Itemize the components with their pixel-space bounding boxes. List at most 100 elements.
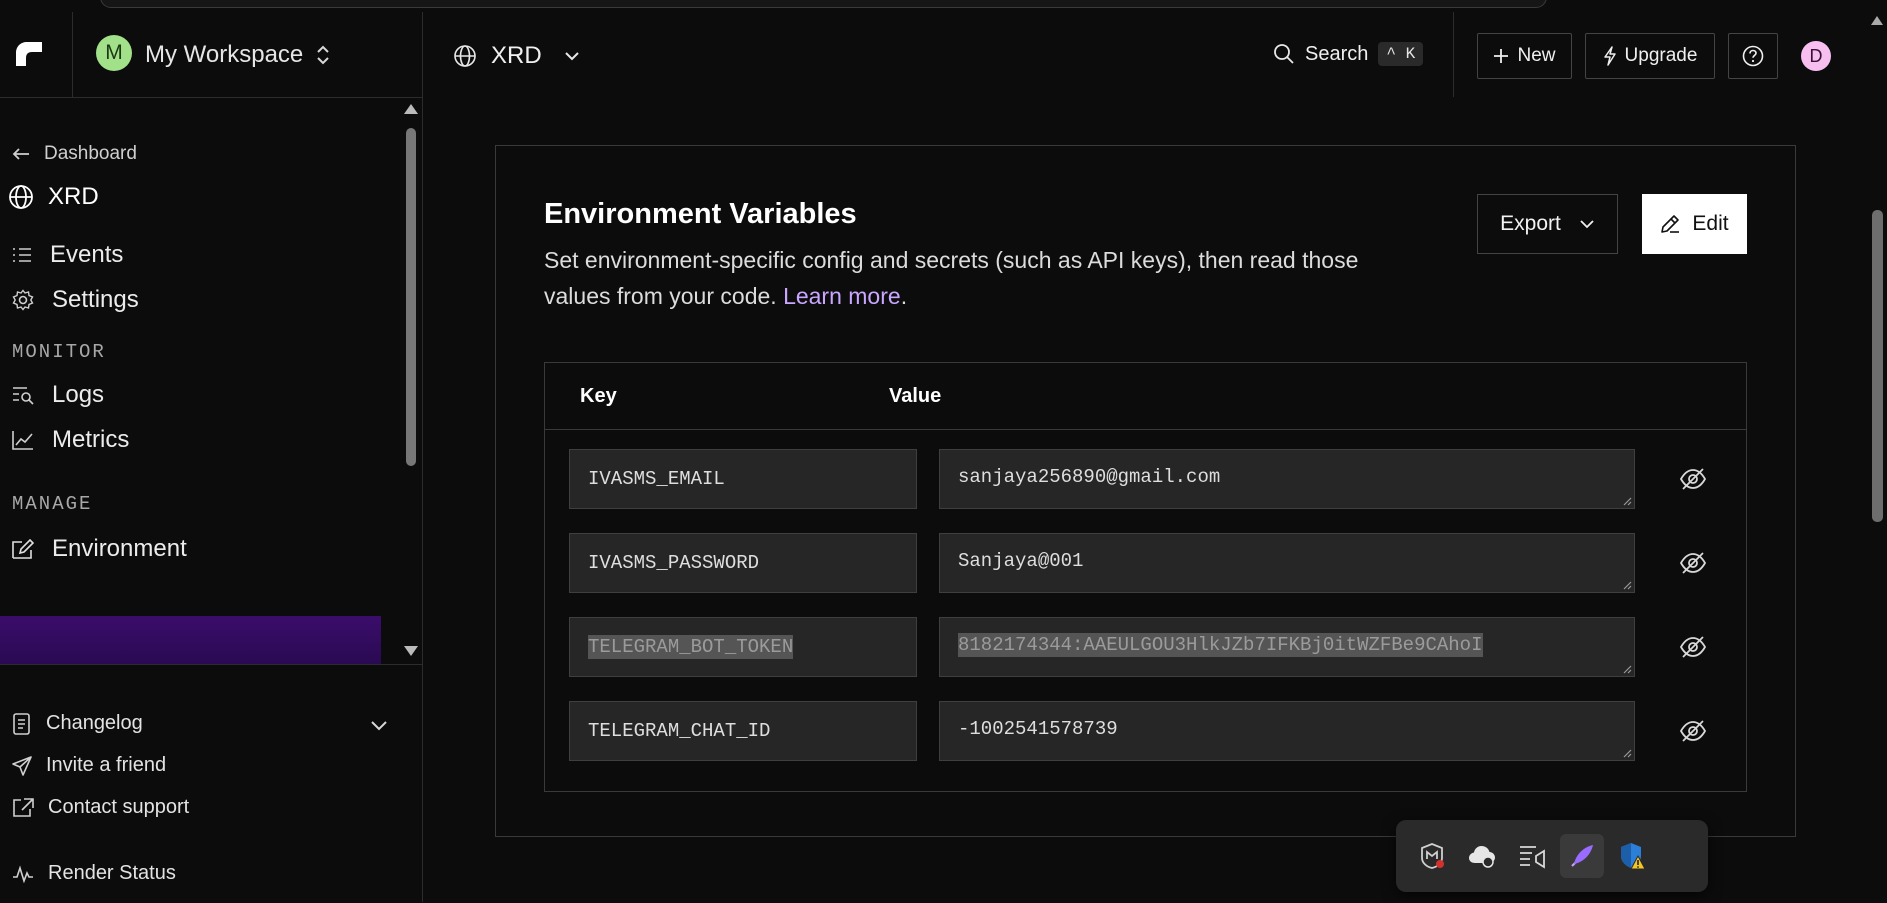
contact-support-link[interactable]: Contact support — [12, 796, 189, 819]
main-content: Environment Variables Set environment-sp… — [423, 97, 1868, 902]
value-text: sanjaya256890@gmail.com — [958, 466, 1221, 488]
key-text: IVASMS_PASSWORD — [588, 552, 760, 574]
eye-off-icon[interactable] — [1679, 717, 1707, 745]
sidebar: M My Workspace Dashboard XRD Events Sett… — [0, 12, 423, 902]
new-button[interactable]: New — [1477, 33, 1572, 79]
value-field[interactable]: 8182174344:AAEULGOU3HlkJZb7IFKBj0itWZFBe… — [939, 617, 1635, 677]
eye-off-icon[interactable] — [1679, 465, 1707, 493]
user-avatar[interactable]: D — [1801, 41, 1831, 71]
system-tray-popup — [1396, 820, 1708, 892]
chart-line-icon — [12, 431, 33, 450]
sidebar-item-metrics[interactable]: Metrics — [12, 426, 129, 454]
task-view-icon[interactable] — [1510, 834, 1554, 878]
workspace-avatar[interactable]: M — [96, 35, 132, 71]
project-selector[interactable]: XRD — [453, 42, 580, 70]
eye-off-icon[interactable] — [1679, 549, 1707, 577]
key-field[interactable]: IVASMS_EMAIL — [569, 449, 917, 509]
resize-handle-icon[interactable] — [1623, 665, 1632, 674]
upgrade-label: Upgrade — [1624, 45, 1698, 66]
sidebar-item-environment-bg — [0, 616, 381, 664]
help-button[interactable] — [1728, 33, 1778, 79]
cloud-sync-icon[interactable] — [1460, 834, 1504, 878]
environment-icon — [12, 539, 34, 559]
export-button[interactable]: Export — [1477, 194, 1618, 254]
env-vars-card: Environment Variables Set environment-sp… — [495, 145, 1796, 837]
project-name: XRD — [491, 42, 542, 69]
search-icon — [1274, 44, 1294, 64]
scrollbar-thumb[interactable] — [406, 128, 416, 466]
resize-handle-icon[interactable] — [1623, 581, 1632, 590]
key-field[interactable]: TELEGRAM_BOT_TOKEN — [569, 617, 917, 677]
upgrade-button[interactable]: Upgrade — [1585, 33, 1715, 79]
table-row: TELEGRAM_BOT_TOKEN 8182174344:AAEULGOU3H… — [569, 617, 1729, 677]
resize-handle-icon[interactable] — [1623, 749, 1632, 758]
top-header: XRD Search ^ K New Upgrade D — [423, 12, 1887, 98]
external-chat-icon — [13, 797, 34, 817]
changelog-link[interactable]: Changelog — [12, 712, 143, 735]
search-label: Search — [1305, 42, 1369, 65]
sidebar-item-label: Events — [50, 241, 124, 268]
new-label: New — [1517, 45, 1556, 66]
sidebar-item-logs[interactable]: Logs — [12, 381, 104, 409]
env-table: Key Value IVASMS_EMAIL sanjaya256890@gma… — [544, 362, 1747, 792]
render-status-link[interactable]: Render Status — [12, 862, 176, 885]
browser-address-bar[interactable] — [100, 0, 1547, 8]
export-label: Export — [1500, 212, 1561, 235]
value-field[interactable]: -1002541578739 — [939, 701, 1635, 761]
sidebar-project-name: XRD — [48, 183, 99, 210]
globe-icon — [454, 45, 476, 67]
column-header-value: Value — [889, 385, 942, 407]
table-row: IVASMS_PASSWORD Sanjaya@001 — [569, 533, 1729, 593]
page-scrollbar[interactable] — [1868, 12, 1887, 902]
changelog-label: Changelog — [46, 712, 143, 734]
workspace-name[interactable]: My Workspace — [145, 41, 303, 69]
learn-more-link[interactable]: Learn more — [783, 283, 901, 309]
sidebar-scrollbar[interactable] — [400, 98, 422, 664]
divider — [72, 12, 73, 97]
page-title: Environment Variables — [544, 198, 857, 230]
sidebar-nav: Dashboard XRD Events Settings MONITOR Lo… — [0, 98, 422, 664]
chevron-down-icon[interactable] — [370, 720, 388, 732]
chevron-up-down-icon[interactable] — [314, 43, 332, 67]
description-text: Set environment-specific config and secr… — [544, 247, 1359, 309]
chevron-down-icon — [1580, 220, 1594, 229]
chevron-down-icon — [564, 52, 579, 61]
send-icon — [12, 755, 32, 776]
help-circle-icon — [1742, 45, 1764, 67]
section-monitor: MONITOR — [12, 341, 106, 363]
sidebar-item-settings[interactable]: Settings — [12, 286, 139, 314]
invite-friend-link[interactable]: Invite a friend — [12, 754, 166, 777]
scroll-down-arrow-icon[interactable] — [404, 646, 418, 656]
mcafee-icon[interactable] — [1410, 834, 1454, 878]
feather-icon[interactable] — [1560, 834, 1604, 878]
sidebar-project[interactable]: XRD — [8, 183, 99, 211]
section-manage: MANAGE — [12, 493, 93, 515]
sidebar-item-environment[interactable]: Environment — [12, 535, 187, 563]
period: . — [900, 283, 908, 309]
eye-off-icon[interactable] — [1679, 633, 1707, 661]
search-button[interactable]: Search ^ K — [1273, 42, 1424, 66]
scrollbar-thumb[interactable] — [1872, 210, 1883, 522]
sidebar-item-events[interactable]: Events — [12, 241, 123, 269]
arrow-left-icon — [12, 148, 29, 160]
render-status-label: Render Status — [48, 862, 176, 884]
scroll-up-arrow-icon[interactable] — [404, 104, 418, 114]
value-field[interactable]: sanjaya256890@gmail.com — [939, 449, 1635, 509]
key-field[interactable]: TELEGRAM_CHAT_ID — [569, 701, 917, 761]
gear-icon — [12, 289, 34, 311]
value-text: -1002541578739 — [958, 718, 1118, 740]
render-logo-icon[interactable] — [12, 36, 46, 70]
defender-warning-icon[interactable] — [1610, 834, 1654, 878]
edit-button[interactable]: Edit — [1642, 194, 1747, 254]
value-field[interactable]: Sanjaya@001 — [939, 533, 1635, 593]
resize-handle-icon[interactable] — [1623, 497, 1632, 506]
value-text: 8182174344:AAEULGOU3HlkJZb7IFKBj0itWZFBe… — [958, 633, 1483, 657]
workspace-bar: M My Workspace — [0, 12, 422, 98]
document-icon — [13, 712, 30, 735]
key-field[interactable]: IVASMS_PASSWORD — [569, 533, 917, 593]
scroll-up-arrow-icon[interactable] — [1871, 16, 1883, 25]
divider — [1453, 12, 1454, 97]
back-to-dashboard-link[interactable]: Dashboard — [12, 143, 137, 165]
sidebar-item-label: Metrics — [52, 426, 130, 453]
sidebar-item-label: Settings — [52, 286, 139, 313]
